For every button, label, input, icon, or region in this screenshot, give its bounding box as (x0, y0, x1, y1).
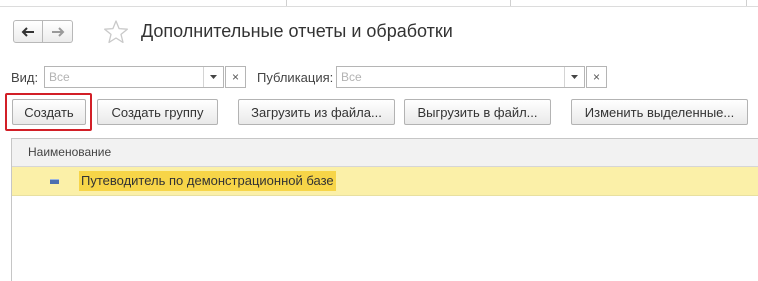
publication-placeholder: Все (341, 70, 362, 84)
table-row[interactable]: Путеводитель по демонстрационной базе (12, 167, 758, 196)
kind-dropdown-button[interactable] (203, 67, 223, 87)
close-icon: × (592, 70, 600, 84)
items-table: Наименование Путеводитель по демонстраци… (11, 138, 758, 281)
chevron-down-icon (571, 75, 578, 79)
kind-select[interactable]: Все (44, 66, 224, 88)
forward-button[interactable] (43, 20, 73, 43)
kind-label: Вид: (11, 70, 39, 85)
unload-to-file-button[interactable]: Выгрузить в файл... (404, 99, 551, 125)
kind-placeholder: Все (49, 70, 70, 84)
table-header: Наименование (12, 139, 758, 167)
page-title: Дополнительные отчеты и обработки (141, 21, 453, 41)
navigation-buttons (13, 20, 73, 43)
tab-divider (286, 0, 287, 6)
element-icon (50, 179, 59, 184)
tab-divider (510, 0, 511, 6)
arrow-right-icon (51, 26, 64, 37)
load-from-file-button[interactable]: Загрузить из файла... (238, 99, 395, 125)
publication-select[interactable]: Все (336, 66, 585, 88)
change-selected-button[interactable]: Изменить выделенные... (571, 99, 748, 125)
create-button[interactable]: Создать (12, 99, 86, 125)
star-icon (104, 20, 128, 44)
kind-clear-button[interactable]: × (225, 66, 246, 88)
publication-label: Публикация: (257, 70, 334, 85)
arrow-left-icon (21, 26, 34, 37)
close-icon: × (231, 70, 239, 84)
tab-divider (746, 0, 747, 6)
column-header-name[interactable]: Наименование (28, 145, 111, 159)
top-tab-strip (0, 0, 758, 7)
chevron-down-icon (210, 75, 217, 79)
favorite-button[interactable] (103, 19, 129, 48)
back-button[interactable] (13, 20, 43, 43)
row-name-cell[interactable]: Путеводитель по демонстрационной базе (79, 171, 336, 191)
create-group-button[interactable]: Создать группу (97, 99, 218, 125)
publication-clear-button[interactable]: × (586, 66, 607, 88)
publication-dropdown-button[interactable] (564, 67, 584, 87)
